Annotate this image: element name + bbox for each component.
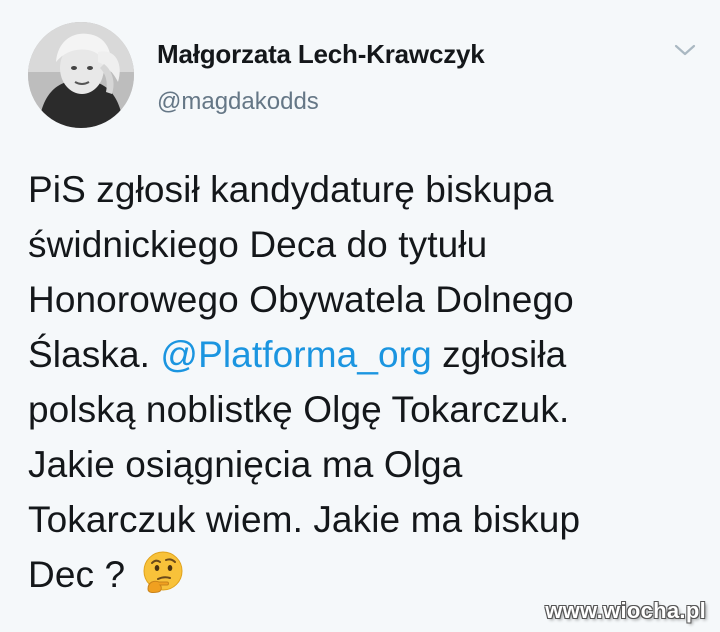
tweet-line: Tokarczuk wiem. Jakie ma biskup	[28, 499, 581, 540]
thinking-face-emoji-icon	[140, 549, 186, 595]
tweet-line: PiS zgłosił kandydaturę biskupa	[28, 169, 554, 210]
author-handle[interactable]: @magdakodds	[157, 88, 319, 116]
watermark: www.wiocha.pl	[545, 598, 706, 623]
tweet-text-segment: Dec ?	[28, 554, 136, 595]
tweet-text-segment: zgłosiła	[431, 334, 567, 375]
avatar-photo-icon	[28, 22, 134, 128]
chevron-down-icon[interactable]	[672, 40, 698, 60]
tweet-line: Jakie osiągnięcia ma Olga	[28, 444, 463, 485]
author-avatar[interactable]	[28, 22, 134, 128]
author-name[interactable]: Małgorzata Lech-Krawczyk	[157, 39, 485, 70]
tweet-line: Honorowego Obywatela Dolnego	[28, 279, 574, 320]
mention-link[interactable]: @Platforma_org	[160, 334, 431, 375]
tweet-line: Dec ?	[28, 547, 698, 602]
tweet-line: polską noblistkę Olgę Tokarczuk.	[28, 389, 570, 430]
tweet-line: Ślaska. @Platforma_org zgłosiła	[28, 327, 698, 382]
tweet-text: PiS zgłosił kandydaturę biskupa świdnick…	[28, 162, 698, 602]
tweet-card: Małgorzata Lech-Krawczyk @magdakodds PiS…	[0, 0, 720, 632]
tweet-line: świdnickiego Deca do tytułu	[28, 224, 488, 265]
tweet-text-segment: Ślaska.	[28, 334, 161, 375]
